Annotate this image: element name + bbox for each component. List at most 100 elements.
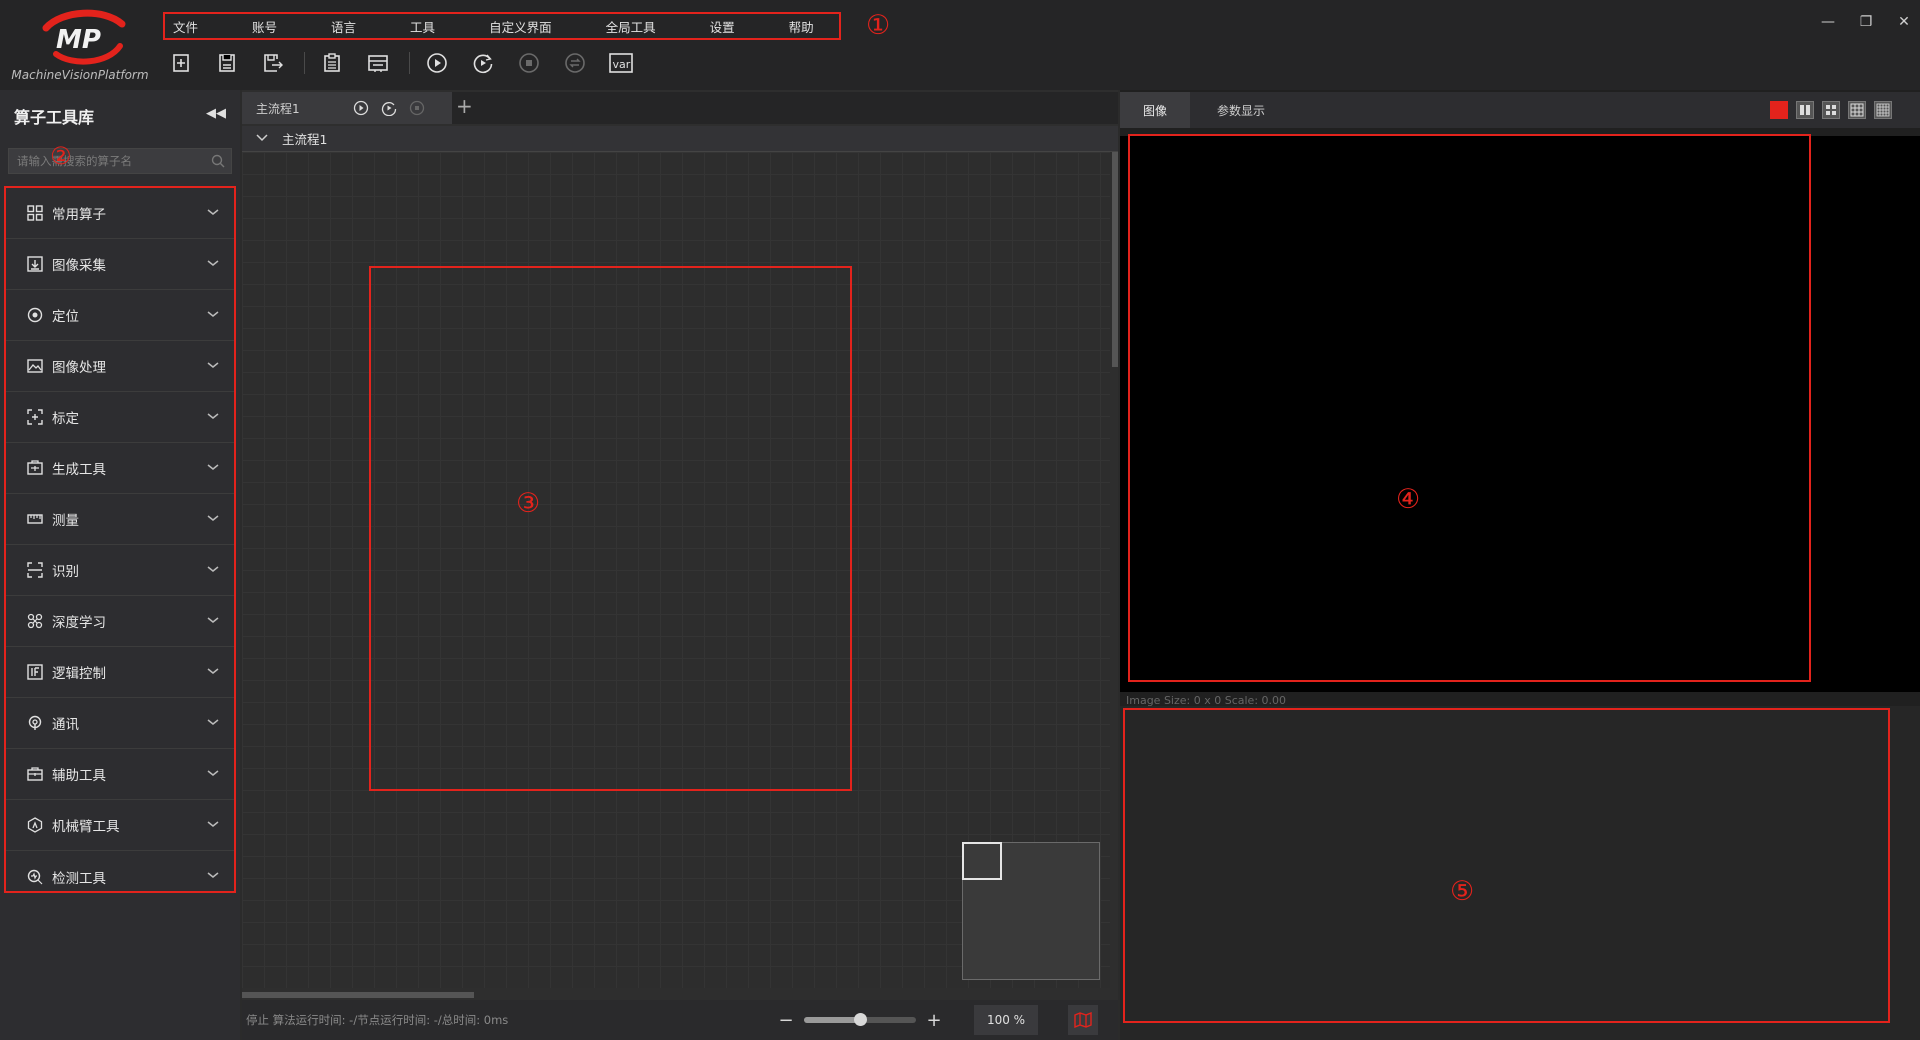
zoom-slider-fill: [804, 1017, 860, 1023]
zoom-value[interactable]: 100 %: [974, 1005, 1038, 1035]
search-icon[interactable]: [211, 154, 225, 172]
layout-2-icon[interactable]: [1796, 101, 1814, 119]
library-title: 算子工具库: [14, 108, 95, 127]
chevron-down-icon: [206, 716, 220, 731]
run-loop-icon[interactable]: [380, 99, 398, 117]
category-calibration[interactable]: 标定: [6, 392, 234, 443]
flow-tab[interactable]: 主流程1: [242, 92, 452, 124]
menu-tools[interactable]: 工具: [410, 17, 435, 36]
horizontal-scrollbar[interactable]: [242, 992, 474, 998]
menu-settings[interactable]: 设置: [710, 17, 735, 36]
flow-tab-label: 主流程1: [256, 101, 300, 116]
vertical-scrollbar[interactable]: [1112, 152, 1118, 367]
category-recognition[interactable]: 识别: [6, 545, 234, 596]
chevron-down-icon: [206, 563, 220, 578]
minimap-toggle-icon[interactable]: [1068, 1005, 1098, 1035]
chevron-down-icon: [206, 869, 220, 884]
callout-4: ④: [1396, 484, 1421, 515]
layout-4-icon[interactable]: [1822, 101, 1840, 119]
robot-arm-icon: [26, 816, 44, 834]
layout-buttons: [1770, 101, 1892, 119]
chevron-down-icon: [206, 359, 220, 374]
annotation-box-5: [1123, 708, 1890, 1023]
zoom-slider[interactable]: [804, 1013, 916, 1026]
flow-header-label: 主流程1: [282, 132, 328, 147]
image-acquire-icon: [26, 255, 44, 273]
category-image-acquisition[interactable]: 图像采集: [6, 239, 234, 290]
callout-1: ①: [866, 10, 891, 41]
save-as-icon[interactable]: [258, 48, 288, 78]
flow-header[interactable]: 主流程1: [242, 126, 1118, 152]
run-loop-icon[interactable]: [468, 48, 498, 78]
run-once-icon[interactable]: [422, 48, 452, 78]
calibrate-icon: [26, 408, 44, 426]
restore-icon[interactable]: ❐: [1856, 14, 1876, 30]
menu-language[interactable]: 语言: [331, 17, 356, 36]
chevron-down-icon: [206, 665, 220, 680]
run-once-icon[interactable]: [352, 99, 370, 117]
category-label: 机械臂工具: [52, 819, 120, 835]
var-icon[interactable]: var: [606, 48, 636, 78]
chevron-down-icon: [206, 614, 220, 629]
layout-16-icon[interactable]: [1874, 101, 1892, 119]
window-controls: — ❐ ✕: [1818, 14, 1914, 30]
menu-account[interactable]: 账号: [252, 17, 277, 36]
stop-icon[interactable]: [514, 48, 544, 78]
annotation-box-4: [1128, 134, 1811, 682]
svg-text:MP: MP: [56, 25, 101, 55]
zoom-out-button[interactable]: −: [776, 1010, 796, 1031]
collapse-panel-icon[interactable]: ◀◀: [206, 106, 226, 121]
menu-global-tools[interactable]: 全局工具: [606, 17, 656, 36]
category-robot-arm-tools[interactable]: 机械臂工具: [6, 800, 234, 851]
minimap-viewport[interactable]: [962, 842, 1002, 880]
menu-help[interactable]: 帮助: [789, 17, 814, 36]
tab-parameter-display[interactable]: 参数显示: [1196, 92, 1286, 128]
search-input[interactable]: [15, 152, 205, 170]
minimize-icon[interactable]: —: [1818, 14, 1838, 30]
category-measure[interactable]: 测量: [6, 494, 234, 545]
category-label: 逻辑控制: [52, 666, 106, 682]
add-flow-tab-button[interactable]: +: [456, 96, 473, 116]
category-communication[interactable]: 通讯: [6, 698, 234, 749]
deep-learning-icon: [26, 612, 44, 630]
category-label: 常用算子: [52, 207, 106, 223]
category-image-processing[interactable]: 图像处理: [6, 341, 234, 392]
layout-icon[interactable]: [363, 48, 393, 78]
switch-icon[interactable]: [560, 48, 590, 78]
category-locate[interactable]: 定位: [6, 290, 234, 341]
search-field[interactable]: [8, 148, 232, 174]
menu-custom-ui[interactable]: 自定义界面: [489, 17, 552, 36]
tab-image[interactable]: 图像: [1120, 92, 1190, 128]
category-list: 常用算子 图像采集 定位 图像处理 标定 生成工具 测量 识别 深度学习 逻辑控…: [4, 186, 236, 893]
category-label: 图像处理: [52, 360, 106, 376]
category-label: 通讯: [52, 717, 79, 733]
layout-9-icon[interactable]: [1848, 101, 1866, 119]
category-label: 标定: [52, 411, 79, 427]
clipboard-icon[interactable]: [317, 48, 347, 78]
layout-1-icon[interactable]: [1770, 101, 1788, 119]
category-auxiliary-tools[interactable]: 辅助工具: [6, 749, 234, 800]
category-generate-tools[interactable]: 生成工具: [6, 443, 234, 494]
save-icon[interactable]: [212, 48, 242, 78]
chevron-down-icon: [206, 410, 220, 425]
menu-bar: 文件 账号 语言 工具 自定义界面 全局工具 设置 帮助: [163, 12, 841, 40]
scan-icon: [26, 561, 44, 579]
locate-icon: [26, 306, 44, 324]
category-label: 检测工具: [52, 870, 106, 887]
category-common-operators[interactable]: 常用算子: [6, 188, 234, 239]
menu-file[interactable]: 文件: [173, 17, 198, 36]
category-logic-control[interactable]: 逻辑控制: [6, 647, 234, 698]
annotation-box-3: [369, 266, 852, 791]
category-label: 图像采集: [52, 258, 106, 274]
zoom-in-button[interactable]: +: [924, 1010, 944, 1031]
callout-5: ⑤: [1450, 876, 1475, 907]
new-solution-icon[interactable]: [166, 48, 196, 78]
category-deep-learning[interactable]: 深度学习: [6, 596, 234, 647]
category-inspection-tools[interactable]: 检测工具: [6, 851, 234, 902]
close-icon[interactable]: ✕: [1894, 14, 1914, 30]
callout-3: ③: [516, 488, 541, 519]
stop-icon[interactable]: [408, 99, 426, 117]
chevron-down-icon[interactable]: [256, 131, 276, 146]
zoom-slider-handle[interactable]: [854, 1013, 867, 1026]
category-label: 定位: [52, 309, 79, 325]
